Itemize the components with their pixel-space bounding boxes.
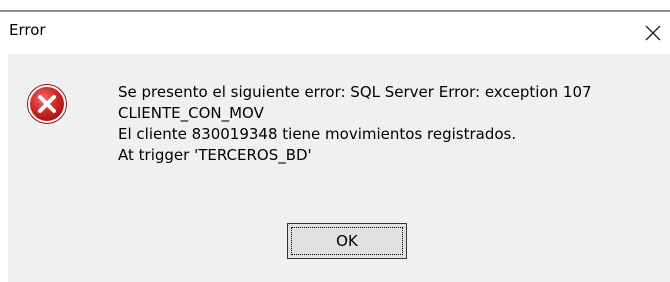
message-line: El cliente 830019348 tiene movimientos r… xyxy=(118,125,517,143)
window-title: Error xyxy=(9,21,46,39)
message-line: Se presento el siguiente error: SQL Serv… xyxy=(118,83,592,101)
message-line: At trigger 'TERCEROS_BD' xyxy=(118,146,312,164)
ok-button[interactable]: OK xyxy=(287,223,407,259)
message-line: CLIENTE_CON_MOV xyxy=(118,104,264,122)
ok-button-label: OK xyxy=(291,227,403,255)
close-button[interactable] xyxy=(636,14,670,52)
close-icon xyxy=(645,25,661,41)
error-message: Se presento el siguiente error: SQL Serv… xyxy=(118,82,670,166)
error-icon xyxy=(27,84,67,124)
title-bar xyxy=(0,12,670,54)
